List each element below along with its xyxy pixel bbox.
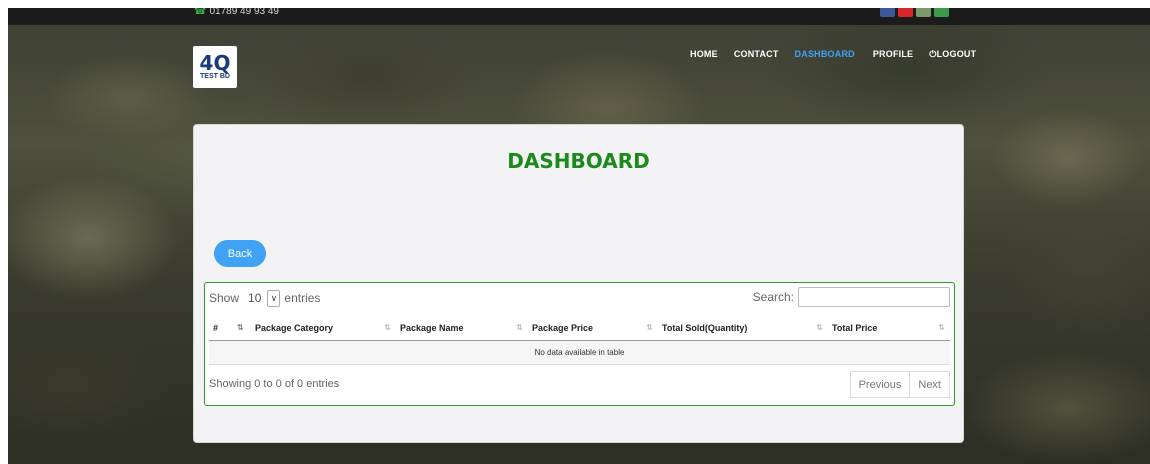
top-bar <box>8 8 1150 25</box>
sort-icon: ⇅ <box>646 322 653 332</box>
next-button[interactable]: Next <box>910 371 950 398</box>
sort-icon: ⇅ <box>516 322 523 332</box>
search-label: Search: <box>752 290 794 304</box>
power-icon: ⏻ <box>929 49 937 59</box>
page-title: DASHBOARD <box>507 149 650 173</box>
youtube-icon[interactable] <box>898 8 913 17</box>
table-info: Showing 0 to 0 of 0 entries <box>209 378 340 390</box>
packages-table: # ⇅ Package Category ⇅ Package Name ⇅ Packa… <box>209 316 950 365</box>
logo-mark: 4Q <box>199 51 231 75</box>
logo-subtitle: TEST BD <box>200 73 230 80</box>
sort-icon: ⇅ <box>938 322 945 332</box>
empty-table-message: No data available in table <box>209 340 950 365</box>
social-links <box>880 8 949 17</box>
table-header-row: # ⇅ Package Category ⇅ Package Name ⇅ Packa… <box>209 316 950 341</box>
sort-icon: ⇅ <box>384 322 391 332</box>
page-length-control: Show 10 ∨ entries <box>209 288 320 308</box>
site-logo[interactable]: 4Q TEST BD <box>193 46 237 88</box>
back-button[interactable]: Back <box>214 240 266 267</box>
page-length-select[interactable]: 10 ∨ <box>243 288 281 308</box>
sort-icon: ⇅ <box>237 322 244 332</box>
nav-contact[interactable]: CONTACT <box>734 49 779 60</box>
table-row: No data available in table <box>209 340 950 365</box>
column-header-package-category[interactable]: ⇅ Package Category ⇅ <box>235 316 396 341</box>
datatable-container: Show 10 ∨ entries Search: # ⇅ Package Cat… <box>204 282 955 406</box>
phone-number: ☎ 01789 49 93 49 <box>194 8 279 17</box>
column-header-total-price[interactable]: Total Price ⇅ <box>828 316 950 341</box>
page-length-value: 10 <box>248 291 262 305</box>
phone-icon: ☎ <box>194 8 207 17</box>
main-nav: HOME CONTACT DASHBOARD PROFILE ⏻LOGOUT <box>690 49 976 60</box>
pagination: Previous Next <box>849 371 950 398</box>
sort-icon: ⇅ <box>816 322 823 332</box>
facebook-icon[interactable] <box>880 8 895 17</box>
search-control: Search: <box>753 287 950 307</box>
chevron-down-icon: ∨ <box>267 289 281 307</box>
nav-logout[interactable]: ⏻LOGOUT <box>929 49 976 60</box>
nav-home[interactable]: HOME <box>690 49 718 60</box>
column-header-package-name[interactable]: Package Name ⇅ <box>396 316 528 341</box>
column-header-total-sold[interactable]: Total Sold(Quantity) ⇅ <box>658 316 828 341</box>
dashboard-card: DASHBOARD Back Show 10 ∨ entries Search:… <box>193 124 964 443</box>
search-input[interactable] <box>798 287 950 307</box>
nav-profile[interactable]: PROFILE <box>873 49 913 60</box>
previous-button[interactable]: Previous <box>849 371 911 398</box>
column-header-package-price[interactable]: Package Price ⇅ <box>528 316 658 341</box>
show-label: Show <box>209 291 240 305</box>
whatsapp-icon[interactable] <box>934 8 949 17</box>
column-header-index[interactable]: # <box>209 316 235 341</box>
twitter-icon[interactable] <box>916 8 931 17</box>
entries-label: entries <box>284 291 321 305</box>
nav-dashboard[interactable]: DASHBOARD <box>795 49 855 60</box>
